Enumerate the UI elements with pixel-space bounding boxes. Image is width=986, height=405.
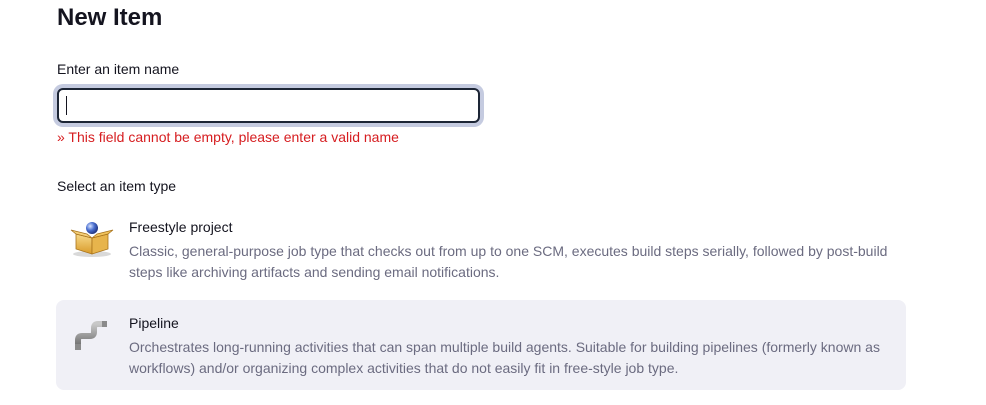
item-type-name: Freestyle project [129, 219, 233, 235]
new-item-page: New Item Enter an item name » This field… [0, 0, 986, 405]
item-type-description: Orchestrates long-running activities tha… [129, 339, 880, 376]
pipeline-icon [70, 318, 114, 358]
item-type-name: Pipeline [129, 315, 179, 331]
page-title: New Item [57, 4, 163, 31]
item-type-freestyle-project[interactable]: Freestyle project Classic, general-purpo… [56, 204, 906, 290]
item-type-description: Classic, general-purpose job type that c… [129, 243, 888, 280]
item-name-error: » This field cannot be empty, please ent… [57, 129, 399, 145]
item-type-label: Select an item type [57, 178, 177, 194]
item-name-label: Enter an item name [57, 61, 180, 77]
item-type-pipeline[interactable]: Pipeline Orchestrates long-running activ… [56, 300, 906, 390]
item-name-input[interactable] [57, 88, 480, 123]
text-cursor [66, 96, 67, 115]
package-icon [70, 218, 114, 258]
